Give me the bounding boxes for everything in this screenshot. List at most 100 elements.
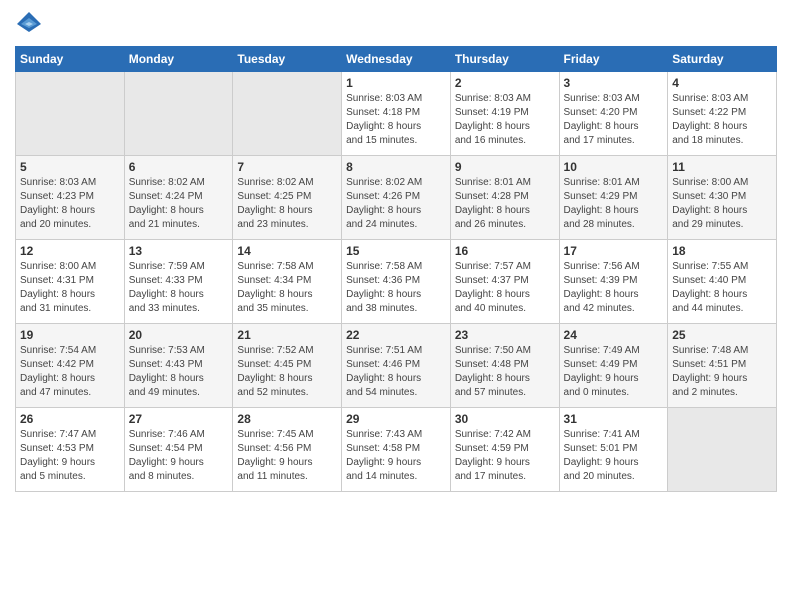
day-info: Sunrise: 7:42 AM Sunset: 4:59 PM Dayligh… [455,428,555,484]
day-number: 24 [564,328,664,342]
day-number: 19 [20,328,120,342]
day-info: Sunrise: 7:56 AM Sunset: 4:39 PM Dayligh… [564,260,664,316]
day-number: 7 [237,160,337,174]
day-info: Sunrise: 8:03 AM Sunset: 4:22 PM Dayligh… [672,92,772,148]
day-info: Sunrise: 8:03 AM Sunset: 4:20 PM Dayligh… [564,92,664,148]
day-info: Sunrise: 8:00 AM Sunset: 4:31 PM Dayligh… [20,260,120,316]
day-number: 31 [564,412,664,426]
day-number: 4 [672,76,772,90]
day-number: 21 [237,328,337,342]
day-number: 23 [455,328,555,342]
day-info: Sunrise: 7:59 AM Sunset: 4:33 PM Dayligh… [129,260,229,316]
calendar-cell: 16Sunrise: 7:57 AM Sunset: 4:37 PM Dayli… [450,240,559,324]
logo [15,10,47,38]
calendar-cell: 23 Sunrise: 7:50 AM Sunset: 4:48 PM Dayli… [450,324,559,408]
day-number: 1 [346,76,446,90]
day-info: Sunrise: 7:57 AM Sunset: 4:37 PM Dayligh… [455,260,555,316]
day-number: 8 [346,160,446,174]
day-info: Sunrise: 7:53 AM Sunset: 4:43 PM Dayligh… [129,344,229,400]
day-info: Sunrise: 8:03 AM Sunset: 4:18 PM Dayligh… [346,92,446,148]
logo-icon [15,10,43,38]
day-number: 6 [129,160,229,174]
day-number: 17 [564,244,664,258]
day-info: Sunrise: 7:58 AM Sunset: 4:34 PM Dayligh… [237,260,337,316]
calendar-cell: 3 Sunrise: 8:03 AM Sunset: 4:20 PM Daylig… [559,72,668,156]
calendar-cell: 1 Sunrise: 8:03 AM Sunset: 4:18 PM Daylig… [342,72,451,156]
day-number: 18 [672,244,772,258]
calendar-cell: 5 Sunrise: 8:03 AM Sunset: 4:23 PM Daylig… [16,156,125,240]
day-info: Sunrise: 7:49 AM Sunset: 4:49 PM Dayligh… [564,344,664,400]
day-number: 5 [20,160,120,174]
day-number: 22 [346,328,446,342]
day-number: 28 [237,412,337,426]
day-number: 27 [129,412,229,426]
day-info: Sunrise: 8:01 AM Sunset: 4:28 PM Dayligh… [455,176,555,232]
day-info: Sunrise: 7:50 AM Sunset: 4:48 PM Dayligh… [455,344,555,400]
day-number: 29 [346,412,446,426]
calendar-cell: 8 Sunrise: 8:02 AM Sunset: 4:26 PM Daylig… [342,156,451,240]
calendar-cell: 18Sunrise: 7:55 AM Sunset: 4:40 PM Dayli… [668,240,777,324]
calendar-page: SundayMondayTuesdayWednesdayThursdayFrid… [0,0,792,612]
day-info: Sunrise: 7:48 AM Sunset: 4:51 PM Dayligh… [672,344,772,400]
weekday-header: Sunday [16,47,125,72]
day-info: Sunrise: 7:47 AM Sunset: 4:53 PM Dayligh… [20,428,120,484]
calendar-cell [124,72,233,156]
day-info: Sunrise: 7:58 AM Sunset: 4:36 PM Dayligh… [346,260,446,316]
calendar-cell [668,408,777,492]
calendar-week: 12 Sunrise: 8:00 AM Sunset: 4:31 PM Dayli… [16,240,777,324]
calendar-cell [233,72,342,156]
calendar-cell: 6 Sunrise: 8:02 AM Sunset: 4:24 PM Daylig… [124,156,233,240]
day-number: 12 [20,244,120,258]
calendar-cell: 15 Sunrise: 7:58 AM Sunset: 4:36 PM Dayli… [342,240,451,324]
calendar-cell: 26Sunrise: 7:47 AM Sunset: 4:53 PM Dayli… [16,408,125,492]
calendar-table: SundayMondayTuesdayWednesdayThursdayFrid… [15,46,777,492]
calendar-body: 1 Sunrise: 8:03 AM Sunset: 4:18 PM Daylig… [16,72,777,492]
calendar-cell: 21 Sunrise: 7:52 AM Sunset: 4:45 PM Dayli… [233,324,342,408]
calendar-cell: 20 Sunrise: 7:53 AM Sunset: 4:43 PM Dayli… [124,324,233,408]
day-number: 14 [237,244,337,258]
day-number: 25 [672,328,772,342]
weekday-header: Wednesday [342,47,451,72]
day-info: Sunrise: 8:02 AM Sunset: 4:26 PM Dayligh… [346,176,446,232]
day-info: Sunrise: 7:45 AM Sunset: 4:56 PM Dayligh… [237,428,337,484]
day-number: 13 [129,244,229,258]
day-info: Sunrise: 7:41 AM Sunset: 5:01 PM Dayligh… [564,428,664,484]
calendar-cell: 29 Sunrise: 7:43 AM Sunset: 4:58 PM Dayli… [342,408,451,492]
calendar-cell: 31 Sunrise: 7:41 AM Sunset: 5:01 PM Dayli… [559,408,668,492]
weekday-header: Thursday [450,47,559,72]
day-number: 20 [129,328,229,342]
weekday-header: Saturday [668,47,777,72]
calendar-cell [16,72,125,156]
calendar-cell: 25 Sunrise: 7:48 AM Sunset: 4:51 PM Dayli… [668,324,777,408]
calendar-cell: 19 Sunrise: 7:54 AM Sunset: 4:42 PM Dayli… [16,324,125,408]
calendar-cell: 10Sunrise: 8:01 AM Sunset: 4:29 PM Dayli… [559,156,668,240]
day-number: 15 [346,244,446,258]
calendar-cell: 13 Sunrise: 7:59 AM Sunset: 4:33 PM Dayli… [124,240,233,324]
weekday-row: SundayMondayTuesdayWednesdayThursdayFrid… [16,47,777,72]
day-info: Sunrise: 8:03 AM Sunset: 4:23 PM Dayligh… [20,176,120,232]
calendar-week: 26Sunrise: 7:47 AM Sunset: 4:53 PM Dayli… [16,408,777,492]
calendar-week: 5 Sunrise: 8:03 AM Sunset: 4:23 PM Daylig… [16,156,777,240]
calendar-cell: 17 Sunrise: 7:56 AM Sunset: 4:39 PM Dayli… [559,240,668,324]
calendar-cell: 7Sunrise: 8:02 AM Sunset: 4:25 PM Daylig… [233,156,342,240]
weekday-header: Friday [559,47,668,72]
weekday-header: Tuesday [233,47,342,72]
day-info: Sunrise: 8:02 AM Sunset: 4:24 PM Dayligh… [129,176,229,232]
calendar-cell: 30 Sunrise: 7:42 AM Sunset: 4:59 PM Dayli… [450,408,559,492]
day-info: Sunrise: 7:54 AM Sunset: 4:42 PM Dayligh… [20,344,120,400]
day-info: Sunrise: 7:43 AM Sunset: 4:58 PM Dayligh… [346,428,446,484]
calendar-cell: 14 Sunrise: 7:58 AM Sunset: 4:34 PM Dayli… [233,240,342,324]
day-info: Sunrise: 8:03 AM Sunset: 4:19 PM Dayligh… [455,92,555,148]
calendar-header: SundayMondayTuesdayWednesdayThursdayFrid… [16,47,777,72]
day-number: 3 [564,76,664,90]
day-number: 30 [455,412,555,426]
calendar-cell: 27Sunrise: 7:46 AM Sunset: 4:54 PM Dayli… [124,408,233,492]
calendar-cell: 28 Sunrise: 7:45 AM Sunset: 4:56 PM Dayli… [233,408,342,492]
calendar-cell: 11Sunrise: 8:00 AM Sunset: 4:30 PM Dayli… [668,156,777,240]
header [15,10,777,38]
day-info: Sunrise: 7:51 AM Sunset: 4:46 PM Dayligh… [346,344,446,400]
calendar-cell: 12 Sunrise: 8:00 AM Sunset: 4:31 PM Dayli… [16,240,125,324]
day-number: 11 [672,160,772,174]
day-info: Sunrise: 7:52 AM Sunset: 4:45 PM Dayligh… [237,344,337,400]
day-number: 10 [564,160,664,174]
